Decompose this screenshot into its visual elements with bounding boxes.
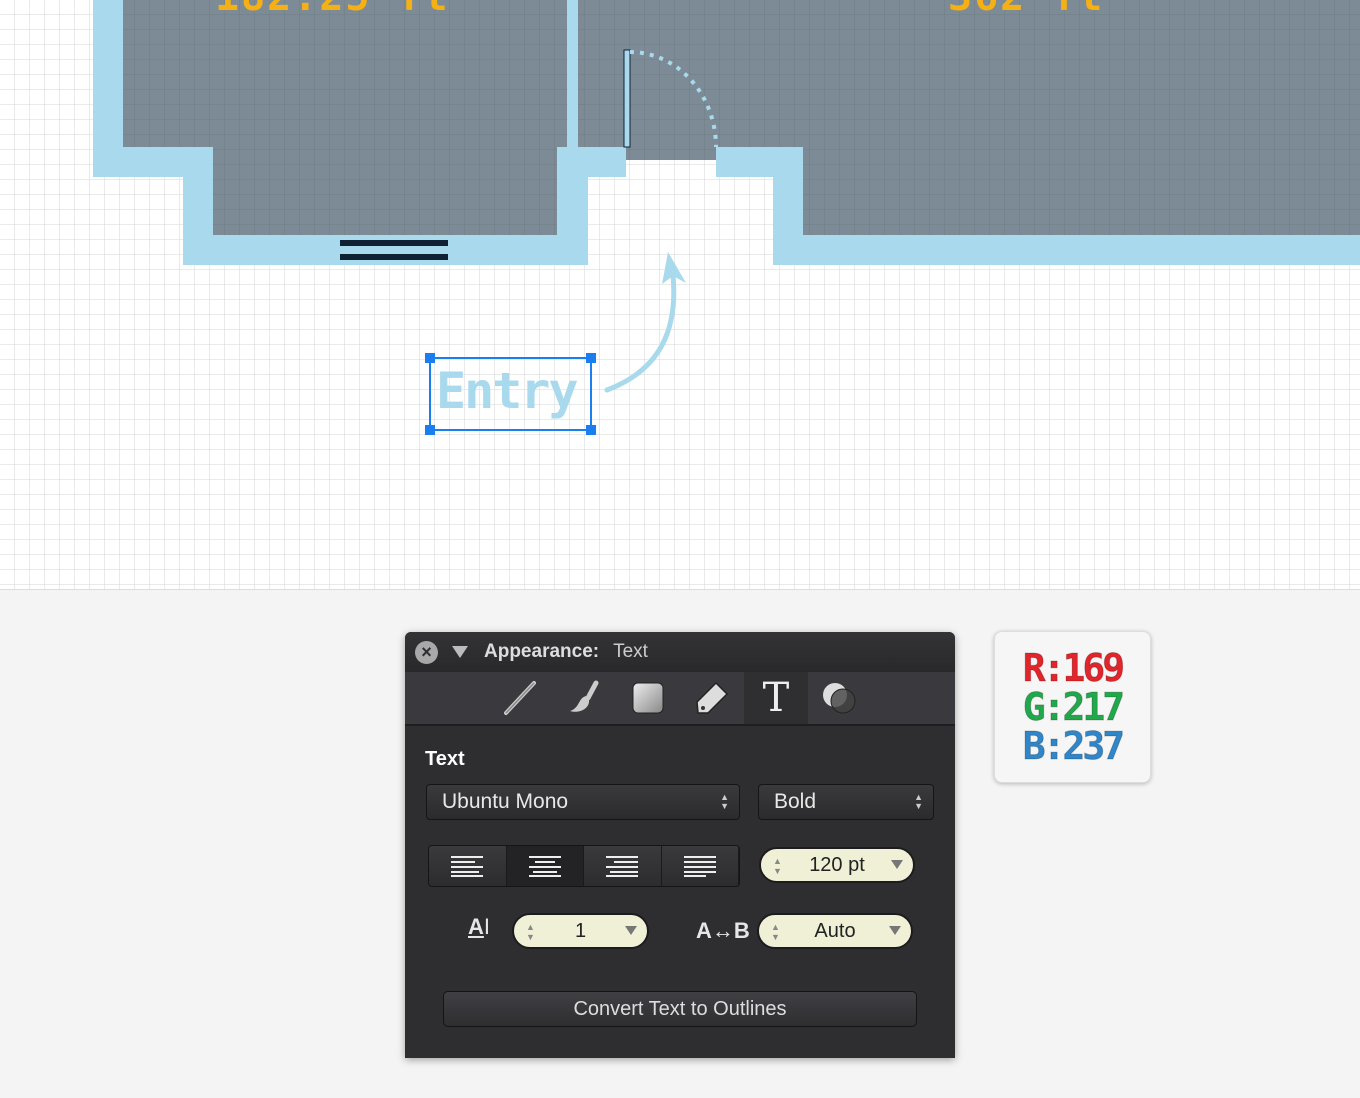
panel-title: Appearance: — [484, 641, 600, 662]
align-justify-icon — [683, 856, 716, 877]
alignment-control — [428, 845, 740, 887]
align-left-button[interactable] — [429, 846, 507, 886]
dropdown-icon[interactable] — [889, 926, 901, 935]
font-family-select[interactable]: Ubuntu Mono ▲ ▼ — [426, 784, 740, 820]
align-center-button[interactable] — [506, 846, 584, 886]
kerning-value: Auto — [814, 919, 856, 942]
green-value: G:217 — [1022, 684, 1125, 729]
font-family-value: Ubuntu Mono — [442, 790, 569, 813]
align-center-icon — [528, 856, 561, 877]
fill-icon[interactable] — [616, 672, 680, 724]
dropdown-icon[interactable] — [891, 860, 903, 869]
shadow-icon[interactable] — [808, 672, 872, 724]
red-value: R:169 — [1022, 645, 1125, 690]
panel-titlebar: × Appearance: Text — [405, 632, 955, 672]
align-justify-button[interactable] — [661, 846, 739, 886]
brush-icon[interactable] — [552, 672, 616, 724]
stepper-icon[interactable]: ▲ ▼ — [773, 856, 782, 876]
close-icon[interactable]: × — [415, 640, 438, 664]
dimension-label: 362 ft — [948, 0, 1105, 20]
panel-title-value: Text — [613, 641, 648, 662]
collapse-triangle-icon[interactable] — [452, 646, 468, 658]
dropdown-icon[interactable] — [625, 926, 637, 935]
section-label: Text — [425, 748, 465, 770]
font-style-select[interactable]: Bold ▲ ▼ — [758, 784, 934, 820]
line-spacing-value: 1 — [574, 919, 587, 942]
font-style-value: Bold — [774, 790, 817, 813]
text-icon[interactable]: T — [744, 672, 808, 724]
kerning-icon: A↔B — [696, 918, 750, 943]
align-right-button[interactable] — [584, 846, 662, 886]
tag-icon[interactable] — [680, 672, 744, 724]
stepper-icon[interactable]: ▲ ▼ — [771, 922, 780, 942]
rgb-color-card: R:169 G:217 B:237 — [994, 631, 1151, 783]
entry-text[interactable]: Entry — [436, 362, 579, 420]
line-spacing-icon: AI — [468, 914, 491, 939]
line-spacing-field[interactable]: ▲ ▼ 1 — [512, 913, 649, 949]
stepper-icon[interactable]: ▲ ▼ — [526, 922, 535, 942]
convert-to-outlines-button[interactable]: Convert Text to Outlines — [443, 991, 917, 1027]
updown-icon: ▲ ▼ — [914, 792, 923, 811]
font-size-field[interactable]: ▲ ▼ 120 pt — [759, 847, 915, 883]
align-left-icon — [451, 856, 484, 877]
appearance-toolbar: T — [405, 672, 955, 726]
dimension-label: 182.25 ft — [215, 0, 450, 20]
drawing-canvas[interactable]: 182.25 ft 362 ft Entry — [0, 0, 1360, 590]
updown-icon: ▲ ▼ — [720, 792, 729, 811]
blue-value: B:237 — [1022, 723, 1125, 768]
line-icon[interactable] — [488, 672, 552, 724]
font-size-value: 120 pt — [809, 853, 865, 876]
align-right-icon — [606, 856, 639, 877]
kerning-field[interactable]: ▲ ▼ Auto — [757, 913, 913, 949]
appearance-panel: × Appearance: Text T Text Ubuntu Mono ▲ ▼ … — [405, 632, 955, 1058]
floor-plan — [0, 0, 1360, 590]
